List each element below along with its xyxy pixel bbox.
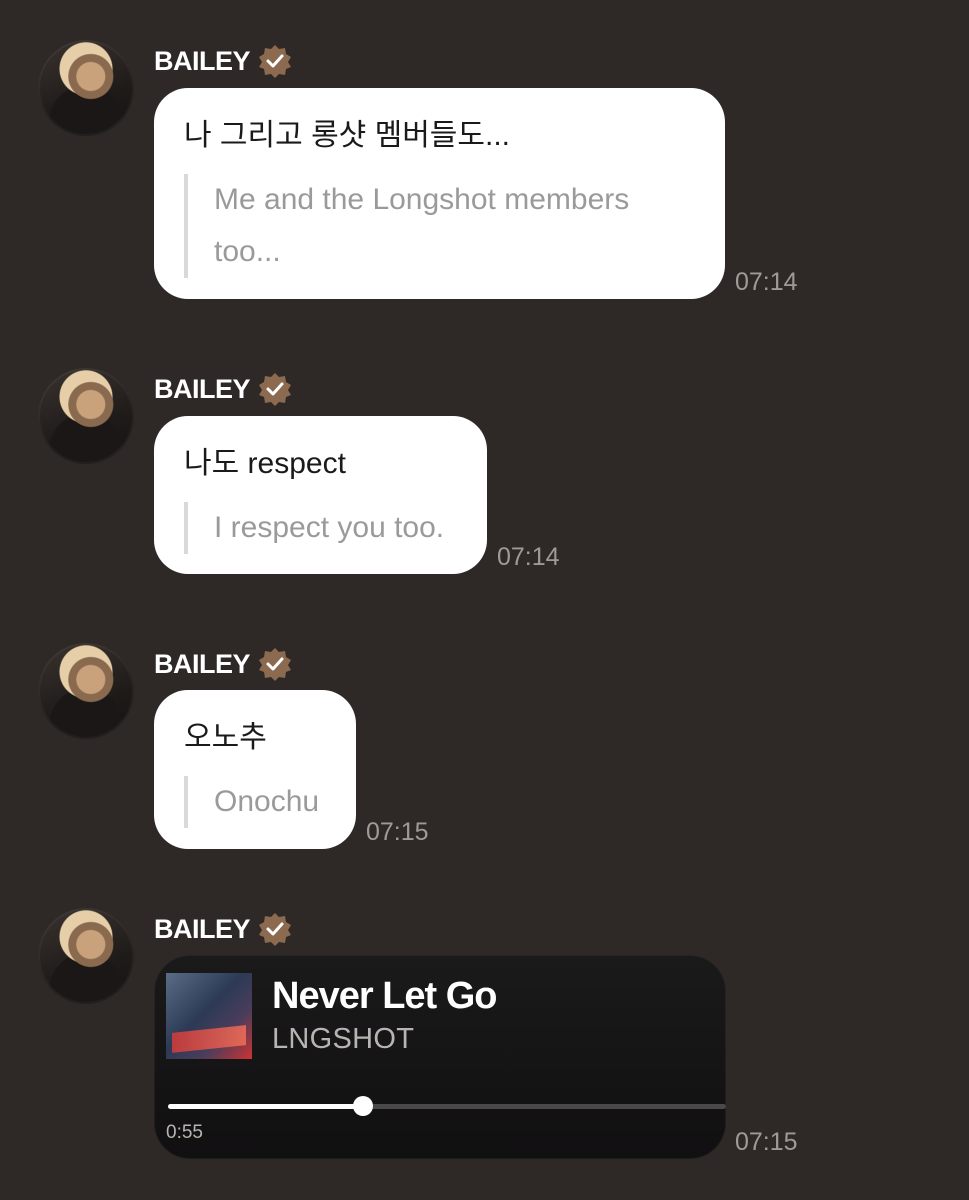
avatar[interactable] <box>38 643 134 739</box>
sender-name[interactable]: BAILEY <box>154 914 251 945</box>
elapsed-time: 0:55 <box>166 1122 203 1143</box>
progress-fill <box>168 1104 364 1109</box>
sender-row: BAILEY <box>154 647 292 681</box>
progress-handle[interactable] <box>353 1096 374 1116</box>
avatar[interactable] <box>38 368 134 464</box>
message-text: 나 그리고 롱샷 멤버들도... <box>184 119 511 152</box>
song-title: Never Let Go <box>272 975 498 1017</box>
translation-text: Me and the Longshot members too... <box>184 174 695 278</box>
translation-text: I respect you too. <box>184 502 457 554</box>
message-text: 오노추 <box>184 721 267 754</box>
timestamp: 07:14 <box>735 268 798 296</box>
sender-row: BAILEY <box>154 912 292 946</box>
verified-check-icon <box>259 373 292 406</box>
avatar[interactable] <box>38 40 134 136</box>
sender-row: BAILEY <box>154 44 292 78</box>
translation-text: Onochu <box>184 776 326 828</box>
sender-name[interactable]: BAILEY <box>154 374 251 405</box>
timestamp: 07:14 <box>497 543 560 571</box>
timestamp: 07:15 <box>735 1128 798 1156</box>
progress-track[interactable] <box>168 1096 726 1116</box>
music-card[interactable]: Never Let Go LNGSHOT 0:55 <box>154 955 726 1159</box>
timestamp: 07:15 <box>366 818 429 846</box>
avatar[interactable] <box>38 908 134 1004</box>
sender-row: BAILEY <box>154 372 292 406</box>
message-bubble[interactable]: 나 그리고 롱샷 멤버들도... Me and the Longshot mem… <box>154 88 725 299</box>
sender-name[interactable]: BAILEY <box>154 649 251 680</box>
artist-name: LNGSHOT <box>272 1023 415 1055</box>
album-cover[interactable] <box>166 973 252 1059</box>
verified-check-icon <box>259 45 292 78</box>
sender-name[interactable]: BAILEY <box>154 46 251 77</box>
message-bubble[interactable]: 나도 respect I respect you too. <box>154 416 487 574</box>
verified-check-icon <box>259 913 292 946</box>
message-bubble[interactable]: 오노추 Onochu <box>154 690 356 849</box>
message-text: 나도 respect <box>184 447 346 480</box>
verified-check-icon <box>259 648 292 681</box>
